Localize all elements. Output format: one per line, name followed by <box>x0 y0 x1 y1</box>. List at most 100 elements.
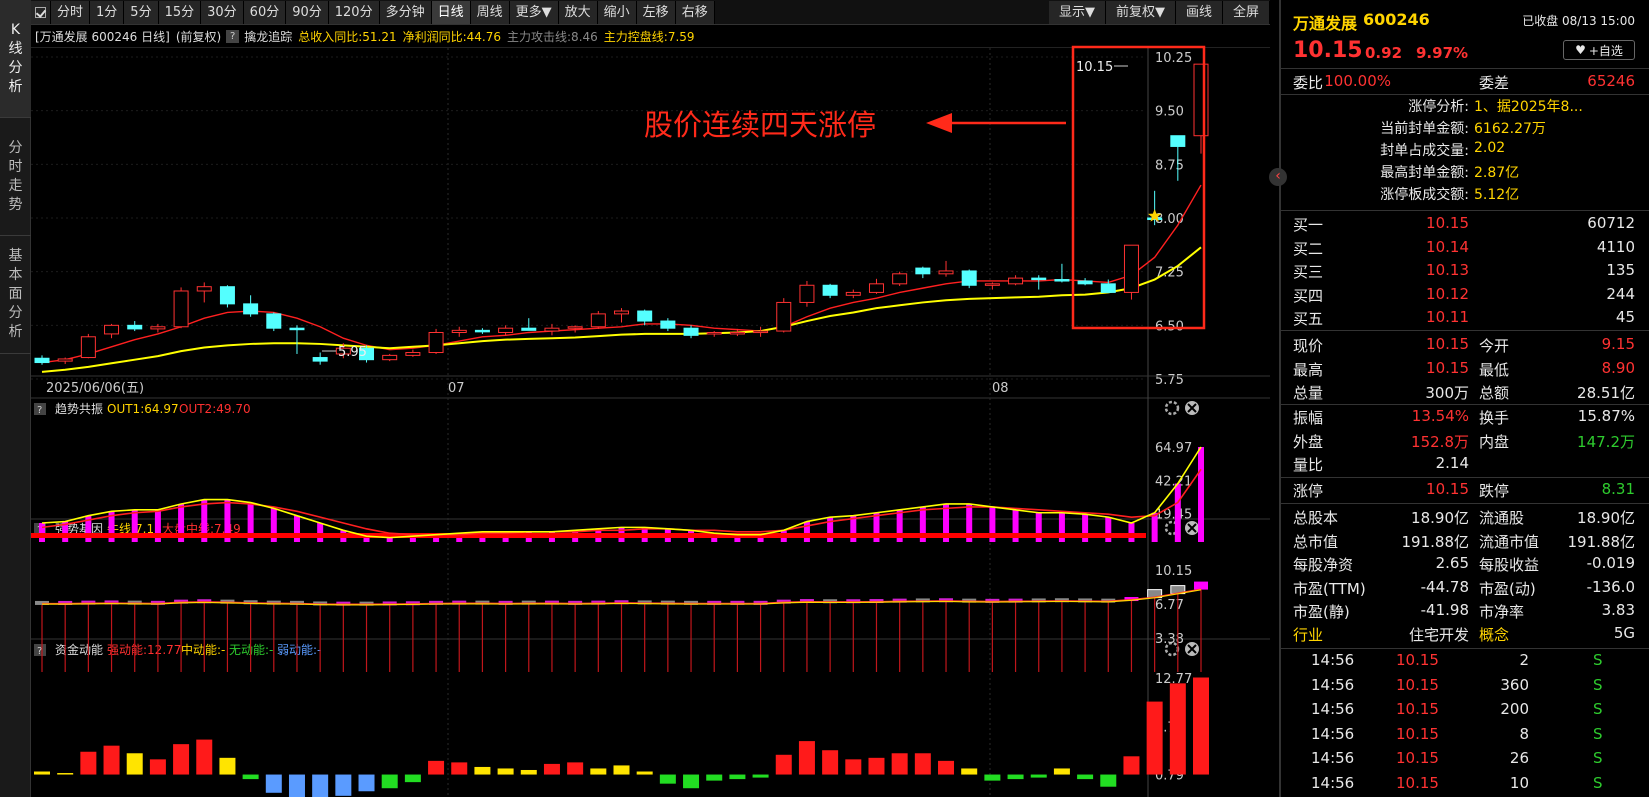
candle[interactable] <box>1054 279 1070 282</box>
candle[interactable] <box>1077 280 1093 285</box>
separator <box>1281 477 1649 478</box>
bid-volume: 45 <box>1615 308 1635 326</box>
candle[interactable] <box>127 324 143 330</box>
candle[interactable] <box>1008 277 1024 285</box>
fund-label: 总市值 <box>1293 532 1339 551</box>
candle[interactable] <box>915 267 931 275</box>
bid-volume: 60712 <box>1587 214 1635 232</box>
fund-value: -0.019 <box>1586 554 1635 572</box>
candle[interactable] <box>474 329 490 333</box>
fund-bar <box>590 768 607 775</box>
weibi-value: 100.00% <box>1324 72 1391 90</box>
trend-bar <box>293 515 300 542</box>
candle[interactable] <box>289 327 305 331</box>
candle[interactable] <box>753 330 769 334</box>
candle[interactable] <box>984 283 1000 286</box>
candle[interactable] <box>196 286 212 292</box>
trend-bar <box>1128 522 1135 542</box>
candle[interactable] <box>892 273 908 285</box>
fund-bar <box>984 774 1001 781</box>
fund-bar <box>1077 774 1094 780</box>
fund-bar <box>1169 683 1186 775</box>
quote-value: 8.90 <box>1601 358 1635 377</box>
fund-bar <box>1193 677 1209 775</box>
candle[interactable] <box>1193 63 1209 137</box>
fund-bar <box>1123 756 1140 775</box>
fund-bar <box>798 741 815 775</box>
trend-bar <box>803 521 810 542</box>
candle[interactable] <box>1031 277 1047 281</box>
industry-label: 行业 <box>1293 626 1324 644</box>
fund-bar <box>126 753 143 775</box>
candle[interactable] <box>567 326 583 329</box>
trend-tick-label: 19.45 <box>1155 508 1192 523</box>
candle[interactable] <box>405 352 421 356</box>
candle[interactable] <box>544 327 560 332</box>
candle[interactable] <box>428 331 444 354</box>
separator <box>1281 503 1649 504</box>
limit-up-value: 10.15 <box>1426 480 1469 498</box>
candle[interactable] <box>868 283 884 293</box>
candle[interactable] <box>80 336 96 359</box>
fund-bar <box>683 774 700 789</box>
chart-canvas[interactable]: 10.259.508.758.007.256.505.7510.155.95股价… <box>0 0 1279 797</box>
candle[interactable] <box>961 270 977 286</box>
candle[interactable] <box>312 357 328 362</box>
separator <box>1281 68 1649 69</box>
candle[interactable] <box>938 270 954 275</box>
low-price-label: 5.95 <box>338 345 367 360</box>
quote-value: 9.15 <box>1601 335 1635 353</box>
candle[interactable] <box>1100 283 1116 293</box>
candle[interactable] <box>451 329 467 333</box>
fund-bar <box>358 774 375 792</box>
tick-time: 14:56 <box>1311 700 1355 718</box>
add-watchlist-button[interactable]: ♥ +自选 <box>1563 40 1635 60</box>
candle[interactable] <box>590 313 606 328</box>
concept-label: 概念 <box>1479 626 1510 644</box>
bid-price: 10.14 <box>1426 237 1469 256</box>
candle[interactable] <box>614 310 629 315</box>
help-icon-glyph: ? <box>37 405 42 416</box>
quote-label: 换手 <box>1479 409 1510 427</box>
fund-bar <box>173 744 190 775</box>
candle[interactable] <box>822 284 838 296</box>
candle[interactable] <box>1170 135 1186 147</box>
candle[interactable] <box>637 310 653 322</box>
candle[interactable] <box>243 303 259 315</box>
fund-bar <box>381 774 398 789</box>
fund-bar <box>752 774 769 778</box>
quote-label: 今开 <box>1479 337 1510 355</box>
tick-time: 14:56 <box>1311 749 1355 767</box>
candle[interactable] <box>150 326 166 330</box>
candle[interactable] <box>104 324 120 335</box>
fund-value: 2.65 <box>1435 554 1469 572</box>
candle[interactable] <box>660 320 676 329</box>
candle[interactable] <box>382 354 398 361</box>
fund-label: 流通股 <box>1479 509 1525 527</box>
bid-label: 买一 <box>1293 216 1324 234</box>
candle[interactable] <box>498 327 514 333</box>
candle[interactable] <box>845 291 861 296</box>
candle[interactable] <box>219 286 235 305</box>
candle[interactable] <box>683 327 699 336</box>
fund-bar <box>103 745 120 775</box>
candle[interactable] <box>1123 244 1139 293</box>
fund-bar <box>567 762 584 775</box>
candle[interactable] <box>776 301 792 332</box>
candle[interactable] <box>706 331 722 335</box>
candle[interactable] <box>521 327 537 331</box>
limit-info-label: 涨停板成交额: <box>1380 187 1469 203</box>
candle[interactable] <box>799 284 815 303</box>
side-collapse-button[interactable]: ‹ <box>1269 168 1287 186</box>
tick-side: S <box>1593 675 1603 694</box>
chart-bg <box>31 48 1270 797</box>
candle[interactable] <box>34 357 50 364</box>
candle[interactable] <box>266 313 282 329</box>
candle[interactable] <box>173 290 189 328</box>
quote-value: 147.2万 <box>1577 432 1635 451</box>
candle[interactable] <box>729 331 745 335</box>
bid-price: 10.12 <box>1426 284 1469 303</box>
candle[interactable] <box>57 358 73 362</box>
tick-side: S <box>1593 724 1603 743</box>
tick-side: S <box>1593 773 1603 792</box>
